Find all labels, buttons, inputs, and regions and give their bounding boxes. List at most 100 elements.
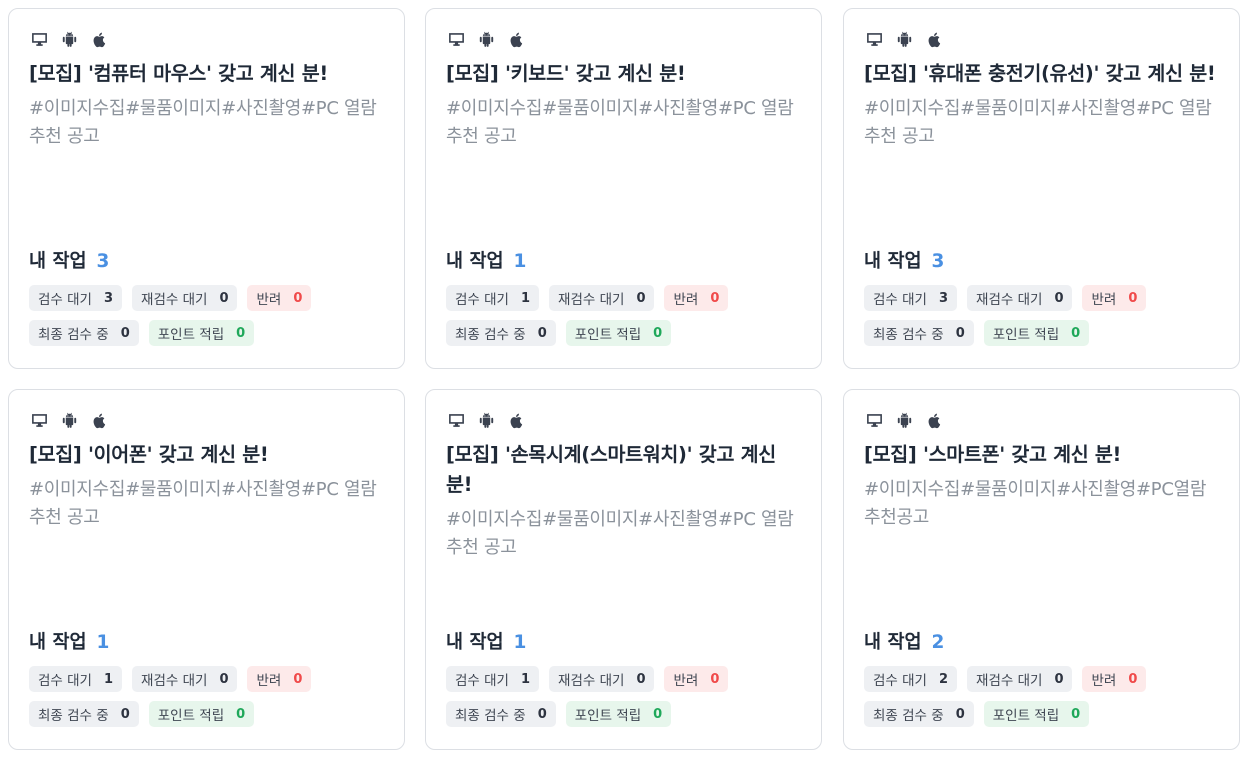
badge-label: 반려 (1091, 673, 1117, 689)
desktop-icon (866, 412, 883, 429)
card-title-text: [모집] '이어폰' 갖고 계신 분! (29, 443, 269, 466)
badge-count: 0 (955, 706, 965, 722)
status-badges: 최종 검수 중 0 포인트 적립 0 (446, 701, 672, 727)
card-title: [모집] '휴대폰 충전기(유선)' 갖고 계신 분! #이미지수집#물품이미지… (864, 59, 1224, 151)
my-work-summary: 내 작업 1 (446, 628, 526, 654)
apple-icon (926, 412, 943, 429)
status-badges: 검수 대기 1 재검수 대기 0 반려 0 (446, 285, 729, 311)
badge-label: 반려 (256, 292, 282, 308)
my-work-count: 3 (96, 251, 110, 272)
badge-label: 재검수 대기 (141, 292, 208, 308)
badge-label: 반려 (1091, 292, 1117, 308)
my-work-summary: 내 작업 3 (864, 247, 944, 273)
badge-count: 0 (236, 325, 246, 341)
badge-label: 재검수 대기 (976, 673, 1043, 689)
card-title: [모집] '스마트폰' 갖고 계신 분! #이미지수집#물품이미지#사진촬영#P… (864, 440, 1224, 532)
pending-review-badge: 검수 대기 3 (864, 285, 958, 311)
badge-count: 0 (653, 325, 663, 341)
badge-label: 재검수 대기 (141, 673, 208, 689)
badge-count: 1 (103, 671, 114, 687)
android-icon (61, 412, 78, 429)
re-review-badge: 재검수 대기 0 (549, 666, 655, 692)
project-card[interactable]: [모집] '키보드' 갖고 계신 분! #이미지수집#물품이미지#사진촬영#PC… (425, 8, 822, 369)
re-review-badge: 재검수 대기 0 (132, 285, 238, 311)
final-review-badge: 최종 검수 중 0 (446, 320, 556, 346)
badge-count: 0 (1071, 325, 1081, 341)
my-work-summary: 내 작업 1 (446, 247, 526, 273)
badge-label: 반려 (256, 673, 282, 689)
my-work-count: 1 (513, 251, 527, 272)
apple-icon (508, 31, 525, 48)
points-badge: 포인트 적립 0 (565, 320, 672, 346)
rejected-badge: 반려 0 (247, 666, 312, 692)
badge-count: 1 (520, 290, 531, 306)
badge-label: 검수 대기 (38, 673, 92, 689)
card-title-text: [모집] '스마트폰' 갖고 계신 분! (864, 443, 1122, 466)
android-icon (478, 412, 495, 429)
badge-label: 최종 검수 중 (455, 708, 526, 724)
badge-label: 재검수 대기 (558, 292, 625, 308)
card-title: [모집] '컴퓨터 마우스' 갖고 계신 분! #이미지수집#물품이미지#사진촬… (29, 59, 389, 151)
project-card[interactable]: [모집] '손목시계(스마트워치)' 갖고 계신 분! #이미지수집#물품이미지… (425, 389, 822, 750)
project-card[interactable]: [모집] '휴대폰 충전기(유선)' 갖고 계신 분! #이미지수집#물품이미지… (843, 8, 1240, 369)
badge-count: 0 (955, 325, 965, 341)
rejected-badge: 반려 0 (664, 285, 729, 311)
final-review-badge: 최종 검수 중 0 (29, 320, 139, 346)
badge-label: 검수 대기 (455, 673, 509, 689)
badge-count: 0 (636, 671, 646, 687)
project-card-grid: [모집] '컴퓨터 마우스' 갖고 계신 분! #이미지수집#물품이미지#사진촬… (0, 0, 1252, 759)
project-card[interactable]: [모집] '스마트폰' 갖고 계신 분! #이미지수집#물품이미지#사진촬영#P… (843, 389, 1240, 750)
platform-icons (866, 410, 943, 430)
badge-label: 반려 (673, 673, 699, 689)
card-title-text: [모집] '손목시계(스마트워치)' 갖고 계신 분! (446, 443, 776, 496)
platform-icons (31, 29, 108, 49)
project-card[interactable]: [모집] '이어폰' 갖고 계신 분! #이미지수집#물품이미지#사진촬영#PC… (8, 389, 405, 750)
badge-count: 2 (938, 671, 949, 687)
project-card[interactable]: [모집] '컴퓨터 마우스' 갖고 계신 분! #이미지수집#물품이미지#사진촬… (8, 8, 405, 369)
rejected-badge: 반려 0 (664, 666, 729, 692)
points-badge: 포인트 적립 0 (565, 701, 672, 727)
status-badges: 최종 검수 중 0 포인트 적립 0 (864, 701, 1090, 727)
badge-label: 포인트 적립 (992, 327, 1060, 343)
re-review-badge: 재검수 대기 0 (132, 666, 238, 692)
rejected-badge: 반려 0 (1082, 666, 1147, 692)
my-work-label: 내 작업 (864, 251, 922, 272)
badge-label: 재검수 대기 (976, 292, 1043, 308)
badge-count: 0 (293, 290, 303, 306)
android-icon (478, 31, 495, 48)
badge-count: 0 (219, 290, 229, 306)
android-icon (896, 412, 913, 429)
status-badges: 검수 대기 1 재검수 대기 0 반려 0 (29, 666, 312, 692)
card-title-text: [모집] '키보드' 갖고 계신 분! (446, 62, 686, 85)
my-work-label: 내 작업 (446, 251, 504, 272)
badge-count: 0 (236, 706, 246, 722)
apple-icon (91, 412, 108, 429)
badge-count: 1 (520, 671, 531, 687)
my-work-label: 내 작업 (29, 251, 87, 272)
badge-count: 0 (293, 671, 303, 687)
badge-count: 0 (1054, 290, 1064, 306)
badge-count: 3 (103, 290, 114, 306)
badge-label: 재검수 대기 (558, 673, 625, 689)
badge-label: 최종 검수 중 (38, 327, 109, 343)
badge-count: 0 (653, 706, 663, 722)
desktop-icon (866, 31, 883, 48)
status-badges: 검수 대기 3 재검수 대기 0 반려 0 (864, 285, 1147, 311)
card-tags: #이미지수집#물품이미지#사진촬영#PC 열람 추천 공고 (864, 98, 1212, 147)
badge-label: 포인트 적립 (157, 327, 225, 343)
points-badge: 포인트 적립 0 (983, 320, 1090, 346)
my-work-summary: 내 작업 2 (864, 628, 944, 654)
card-title-text: [모집] '휴대폰 충전기(유선)' 갖고 계신 분! (864, 62, 1216, 85)
badge-count: 0 (120, 706, 130, 722)
my-work-count: 1 (513, 632, 527, 653)
desktop-icon (448, 412, 465, 429)
pending-review-badge: 검수 대기 1 (446, 666, 540, 692)
platform-icons (866, 29, 943, 49)
card-tags: #이미지수집#물품이미지#사진촬영#PC 열람 추천 공고 (29, 479, 377, 528)
re-review-badge: 재검수 대기 0 (549, 285, 655, 311)
my-work-label: 내 작업 (29, 632, 87, 653)
badge-count: 0 (537, 706, 547, 722)
my-work-label: 내 작업 (864, 632, 922, 653)
badge-label: 포인트 적립 (157, 708, 225, 724)
final-review-badge: 최종 검수 중 0 (446, 701, 556, 727)
